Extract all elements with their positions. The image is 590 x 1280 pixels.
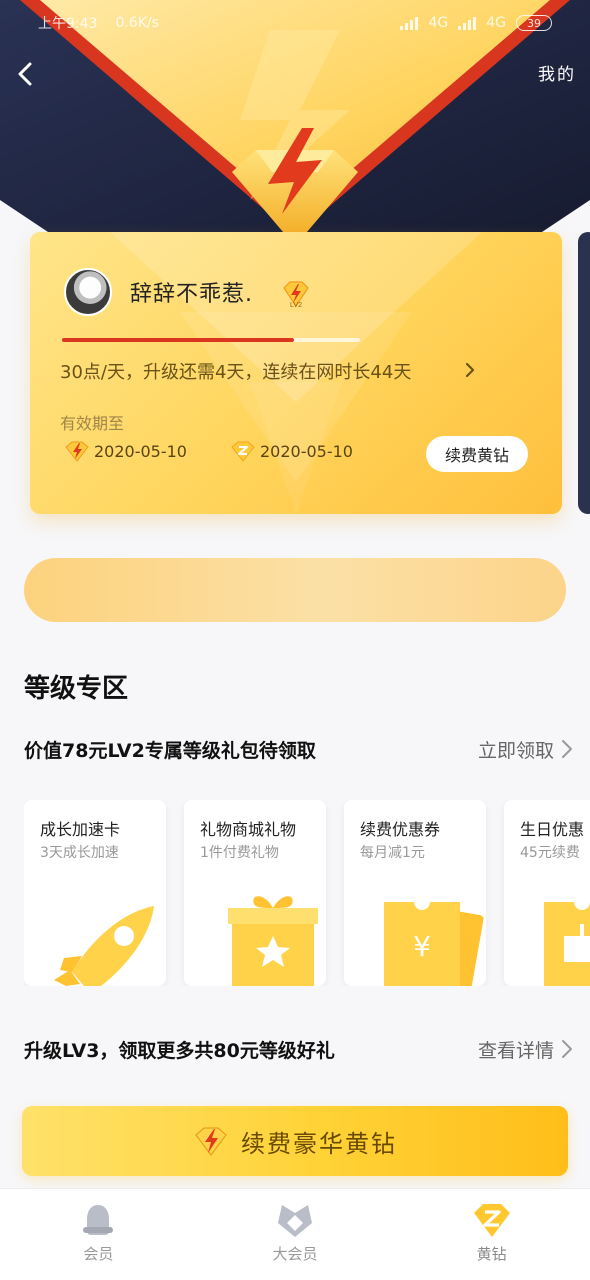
view-details-label: 查看详情 [477,1039,554,1062]
vip-expiry-1: 2020-05-10 [64,440,187,462]
benefit-card-birthday[interactable]: 生日优惠 45元续费 [504,800,590,986]
battery-level: 39 [527,16,541,30]
vip-expiry-2: 2020-05-10 [230,440,353,462]
network-type-1: 4G [428,15,449,31]
tab-yellow-diamond[interactable]: 黄钻 [393,1189,590,1280]
gift-box-icon [228,896,318,986]
benefit-card-coupon[interactable]: 续费优惠券 每月减1元 ¥ [344,800,486,986]
lightning-diamond-icon [65,441,89,462]
signal-icon [400,16,419,30]
big-member-icon [278,1205,312,1237]
cta-label: 续费豪华黄钻 [241,1129,397,1158]
status-network-speed: 0.6K/s [115,15,159,31]
chevron-left-icon [18,62,32,86]
next-card-peek[interactable] [578,232,590,514]
battery-icon: 39 [516,15,552,31]
benefit-subtitle: 1件付费礼物 [200,845,279,861]
benefit-title: 礼物商城礼物 [200,820,297,839]
username: 辞辞不乖惹. [130,282,253,307]
lightning-diamond-icon [195,1127,227,1156]
level-badge-icon: LV2 [283,281,309,309]
renew-luxury-diamond-button[interactable]: 续费豪华黄钻 [22,1106,568,1176]
benefit-title: 生日优惠 [520,820,585,839]
member-icon [83,1205,114,1235]
claim-now-label: 立即领取 [477,739,554,762]
vip-expiry-date-1: 2020-05-10 [94,441,187,461]
cake-icon [544,894,590,986]
benefit-title: 续费优惠券 [360,820,441,839]
rocket-icon [54,906,154,986]
avatar[interactable] [64,268,112,316]
vip-expiry-date-2: 2020-05-10 [260,441,353,461]
level-badge-text: LV2 [290,302,302,309]
upgrade-title: 升级LV3，领取更多共80元等级好礼 [24,1039,335,1062]
status-time: 上午9:43 [38,16,98,32]
level-progress-fill [62,338,295,342]
benefit-subtitle: 45元续费 [520,845,580,861]
chevron-right-icon[interactable] [462,360,478,380]
claim-now-link[interactable]: 立即领取 [478,736,574,763]
benefit-card-gift[interactable]: 礼物商城礼物 1件付费礼物 [184,800,326,986]
status-bar: 上午9:43 0.6K/s 4G 4G 39 [0,0,590,46]
yellow-diamond-icon [473,1204,510,1237]
level-zone-title: 等级专区 [24,674,129,704]
renew-yellow-diamond-button[interactable]: 续费黄钻 [426,436,528,472]
view-details-link[interactable]: 查看详情 [478,1036,574,1063]
tab-big-member[interactable]: 大会员 [197,1189,394,1280]
chevron-right-icon [562,1040,572,1058]
signal-icon [458,16,477,30]
bottom-tab-bar: 会员 大会员 黄钻 [0,1188,590,1280]
chevron-right-icon [562,740,572,758]
level-progress-bar [62,338,360,342]
svg-text:¥: ¥ [413,930,431,963]
benefit-subtitle: 3天成长加速 [40,845,119,861]
validity-label: 有效期至 [60,414,125,433]
tab-label: 大会员 [272,1245,318,1263]
coupon-icon: ¥ [384,894,484,986]
tab-member[interactable]: 会员 [0,1189,197,1280]
tab-label: 黄钻 [476,1245,507,1263]
gift-pack-row[interactable]: 价值78元LV2专属等级礼包待领取 立即领取 [24,734,574,764]
gift-pack-title: 价值78元LV2专属等级礼包待领取 [24,739,316,762]
network-type-2: 4G [486,15,506,31]
promo-banner[interactable] [24,558,566,622]
points-info[interactable]: 30点/天，升级还需4天，连续在网时长44天 [60,358,411,384]
benefit-card-growth[interactable]: 成长加速卡 3天成长加速 [24,800,166,986]
benefit-subtitle: 每月减1元 [360,845,425,861]
tab-label: 会员 [83,1245,114,1263]
benefit-title: 成长加速卡 [40,820,121,839]
z-diamond-icon [231,441,255,462]
benefit-carousel[interactable]: 成长加速卡 3天成长加速 礼物商城礼物 1件付费礼物 续费优惠券 每月减1元 ¥ [24,800,590,986]
back-button[interactable] [8,56,44,92]
my-link[interactable]: 我的 [538,60,576,85]
member-card[interactable]: 辞辞不乖惹. LV2 30点/天，升级还需4天，连续在网时长44天 有效期至 2… [30,232,562,514]
upgrade-row[interactable]: 升级LV3，领取更多共80元等级好礼 查看详情 [24,1034,574,1064]
